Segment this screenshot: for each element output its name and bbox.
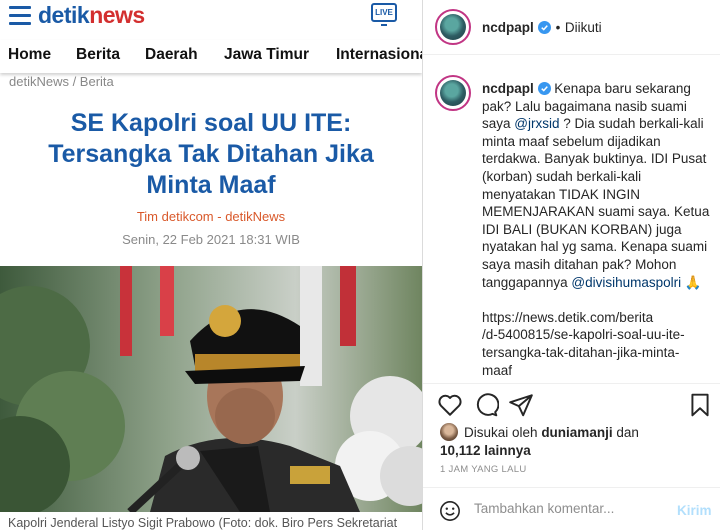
nav-item-home[interactable]: Home xyxy=(8,46,51,64)
detiknews-logo[interactable]: detiknews xyxy=(38,2,145,29)
link-line-1: https://news.detik.com/berita xyxy=(482,309,654,325)
liker-username[interactable]: duniamanji xyxy=(541,425,612,440)
post-timestamp[interactable]: 1 JAM YANG LALU xyxy=(440,464,527,475)
nav-item-jawa-timur[interactable]: Jawa Timur xyxy=(224,46,309,64)
instagram-post-panel: ncdpapl • Diikuti ncdpapl Kenapa baru se… xyxy=(423,0,720,530)
article-author[interactable]: Tim detikcom - detikNews xyxy=(0,209,422,224)
post-caption: ncdpapl Kenapa baru sekarang pak? Lalu b… xyxy=(482,80,714,379)
comment-input[interactable] xyxy=(474,501,664,516)
headline-line-1: SE Kapolri soal UU ITE: xyxy=(70,109,352,137)
verified-badge-icon xyxy=(538,21,552,34)
news-nav-bar: Home Berita Daerah Jawa Timur Internasio… xyxy=(0,40,422,73)
link-line-3: tersangka-tak-ditahan-jika-minta- xyxy=(482,344,680,360)
comment-icon[interactable] xyxy=(473,392,499,418)
heart-icon[interactable] xyxy=(437,392,463,418)
caption-text-1: Kenapa baru sekarang xyxy=(554,81,691,96)
live-tv-icon[interactable]: LIVE xyxy=(371,3,397,26)
send-comment-button[interactable]: Kirim xyxy=(677,503,712,518)
likes-and: dan xyxy=(616,425,639,440)
caption-text-2: pak? Lalu bagaimana nasib suami xyxy=(482,98,687,114)
caption-verified-badge-icon xyxy=(537,82,551,95)
headline-line-3: Minta Maaf xyxy=(146,171,276,199)
pray-emoji-icon: 🙏 xyxy=(684,274,702,290)
mention-divisihumaspolri[interactable]: @divisihumaspolri xyxy=(571,275,681,290)
nav-item-internasional[interactable]: Internasional xyxy=(336,46,422,64)
nav-item-daerah[interactable]: Daerah xyxy=(145,46,198,64)
nav-item-berita[interactable]: Berita xyxy=(76,46,120,64)
headline-line-2: Tersangka Tak Ditahan Jika xyxy=(48,140,374,168)
police-chief-photo xyxy=(0,266,422,512)
actions-divider xyxy=(423,383,720,384)
article-headline: SE Kapolri soal UU ITE: Tersangka Tak Di… xyxy=(20,108,402,201)
likes-prefix: Disukai oleh xyxy=(464,425,538,440)
breadcrumb[interactable]: detikNews / Berita xyxy=(9,74,114,89)
hamburger-menu-icon[interactable] xyxy=(9,6,31,26)
caption-text-3: saya xyxy=(482,116,511,132)
link-line-4: maaf xyxy=(482,362,513,378)
news-article-panel: detiknews LIVE Home Berita Daerah Jawa T… xyxy=(0,0,422,530)
caption-username[interactable]: ncdpapl xyxy=(482,81,534,96)
link-line-2: /d-5400815/se-kapolri-soal-uu-ite- xyxy=(482,327,685,343)
header-avatar[interactable] xyxy=(435,9,471,45)
article-date: Senin, 22 Feb 2021 18:31 WIB xyxy=(122,232,300,247)
logo-news-text: news xyxy=(89,2,145,28)
emoji-icon[interactable] xyxy=(439,500,461,522)
add-comment-bar: Kirim xyxy=(423,487,720,530)
news-topbar: detiknews LIVE xyxy=(0,0,422,40)
caption-text-body: ? Dia sudah berkali-kali minta maaf sebe… xyxy=(482,116,710,290)
header-username[interactable]: ncdpapl xyxy=(482,20,534,35)
comment-avatar[interactable] xyxy=(435,75,471,111)
header-separator: • xyxy=(555,20,561,35)
follow-status-button[interactable]: Diikuti xyxy=(565,20,602,35)
post-header: ncdpapl • Diikuti xyxy=(423,0,720,55)
likes-summary: Disukai oleh duniamanji dan 10,112 lainn… xyxy=(440,423,710,459)
post-actions xyxy=(423,392,720,420)
caption-link[interactable]: https://news.detik.com/berita /d-5400815… xyxy=(482,309,714,379)
article-photo[interactable] xyxy=(0,266,422,512)
mention-jrxsid[interactable]: @jrxsid xyxy=(514,116,559,131)
share-icon[interactable] xyxy=(508,392,534,418)
likes-count[interactable]: 10,112 lainnya xyxy=(440,443,531,458)
header-user-line: ncdpapl • Diikuti xyxy=(482,19,602,37)
liker-avatar[interactable] xyxy=(440,423,458,441)
photo-caption: Kapolri Jenderal Listyo Sigit Prabowo (F… xyxy=(8,516,398,530)
logo-detik-text: detik xyxy=(38,2,90,28)
bookmark-icon[interactable] xyxy=(687,392,713,418)
